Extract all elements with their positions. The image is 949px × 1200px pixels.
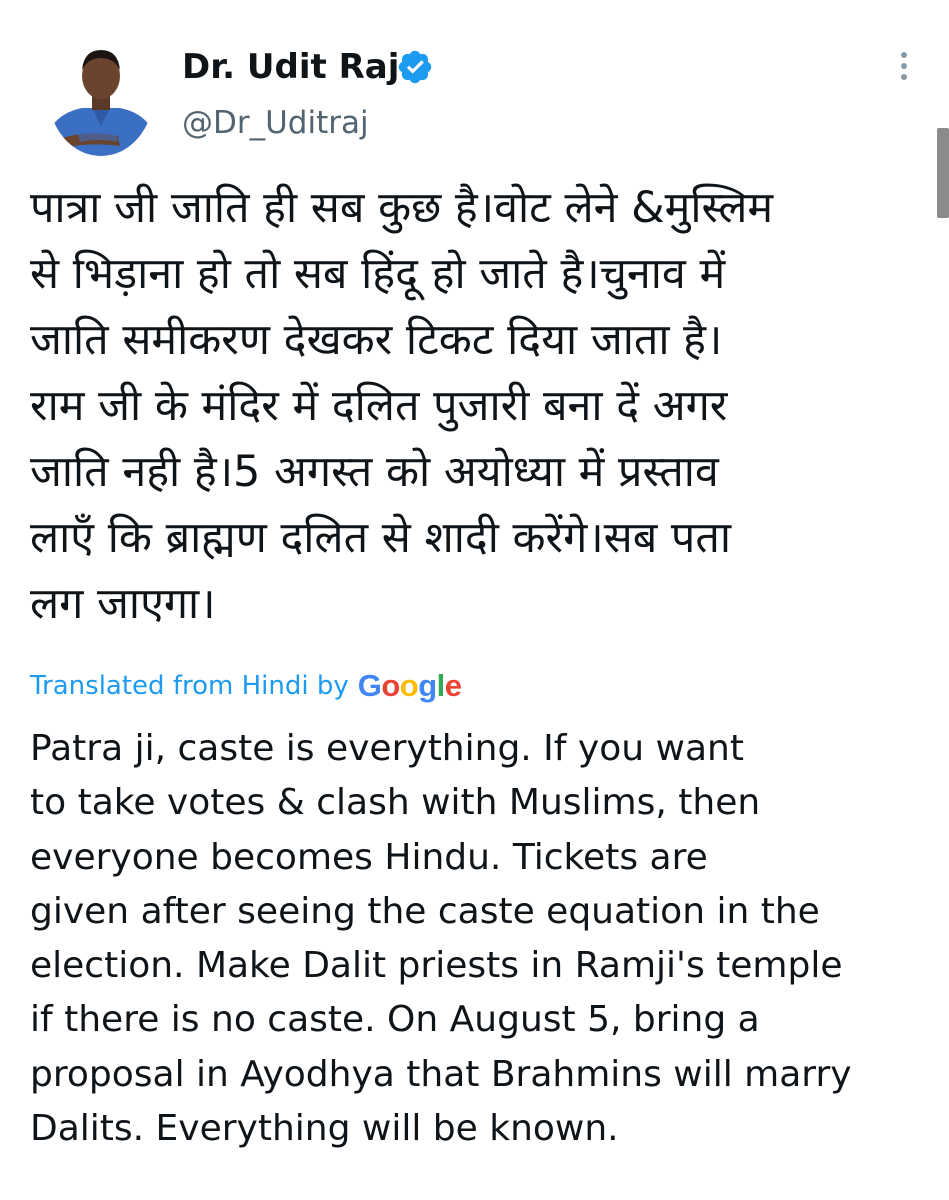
translated-line: Dalits. Everything will be known.	[30, 1108, 619, 1150]
tweet-line: लाएँ कि ब्राह्मण दलित से शादी करेंगे।सब …	[30, 513, 731, 563]
avatar-photo	[48, 30, 154, 156]
translation-label: Translated from Hindi by	[30, 671, 349, 701]
google-logo: Google	[357, 668, 462, 703]
scrollbar-thumb[interactable]	[937, 128, 949, 218]
more-vertical-icon	[901, 52, 907, 80]
translated-line: election. Make Dalit priests in Ramji's …	[30, 945, 843, 987]
tweet-text: पात्रा जी जाति ही सब कुछ है।वोट लेने &मु…	[30, 175, 925, 637]
tweet-line: जाति समीकरण देखकर टिकट दिया जाता है।	[30, 315, 723, 365]
translated-text: Patra ji, caste is everything. If you wa…	[30, 722, 930, 1156]
tweet-line: जाति नही है।5 अगस्त को अयोध्या में प्रस्…	[30, 447, 719, 497]
avatar[interactable]	[48, 30, 154, 156]
verified-badge-icon	[398, 50, 432, 84]
tweet-line: राम जी के मंदिर में दलित पुजारी बना दें …	[30, 381, 728, 431]
translated-line: given after seeing the caste equation in…	[30, 890, 820, 932]
author-handle[interactable]: @Dr_Uditraj	[182, 100, 369, 146]
tweet-line: लग जाएगा।	[30, 579, 216, 629]
translated-line: to take votes & clash with Muslims, then	[30, 782, 761, 824]
tweet-line: से भिड़ाना हो तो सब हिंदू हो जाते है।चुन…	[30, 249, 726, 299]
author-name[interactable]: Dr. Udit Raj	[182, 42, 399, 92]
more-options-button[interactable]	[886, 44, 922, 88]
tweet-line: पात्रा जी जाति ही सब कुछ है।वोट लेने &मु…	[30, 183, 774, 233]
translated-line: Patra ji, caste is everything. If you wa…	[30, 728, 744, 769]
translation-attribution[interactable]: Translated from Hindi by Google	[30, 664, 462, 708]
translated-line: proposal in Ayodhya that Brahmins will m…	[30, 1053, 852, 1095]
translated-line: if there is no caste. On August 5, bring…	[30, 999, 760, 1041]
translated-line: everyone becomes Hindu. Tickets are	[30, 836, 708, 878]
